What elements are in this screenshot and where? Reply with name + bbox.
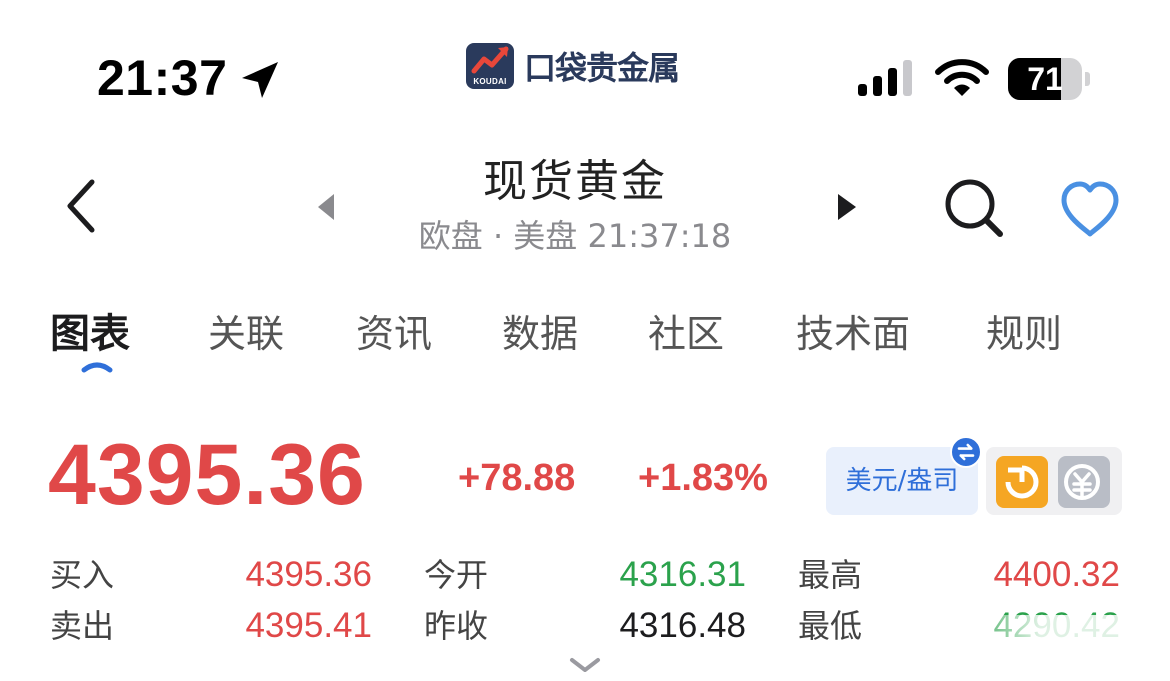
high-value: 4400.32	[993, 555, 1120, 594]
back-chevron-icon	[67, 179, 95, 233]
tab-news[interactable]: 资讯	[356, 305, 432, 363]
logo-badge-text: KOUDAI	[473, 77, 507, 86]
open-label: 今开	[424, 556, 489, 594]
tab-technical[interactable]: 技术面	[796, 305, 910, 363]
logo-chart-icon	[471, 46, 509, 74]
high-label: 最高	[798, 556, 863, 594]
battery-body: 71	[1008, 58, 1082, 100]
logo-mark: KOUDAI	[466, 43, 514, 89]
next-triangle-icon	[838, 194, 856, 220]
favorite-button[interactable]	[1058, 180, 1122, 240]
refresh-icon[interactable]	[996, 456, 1048, 508]
app-logo: KOUDAI 口袋贵金属	[466, 42, 680, 90]
tab-community[interactable]: 社区	[648, 305, 724, 363]
open-value: 4316.31	[619, 555, 746, 594]
next-instrument-button[interactable]	[832, 190, 862, 224]
low-label: 最低	[798, 607, 863, 645]
tab-data[interactable]: 数据	[502, 305, 578, 363]
prev-close-label: 昨收	[424, 607, 489, 645]
tab-chart[interactable]: 图表	[50, 305, 130, 363]
tab-rules[interactable]: 规则	[986, 305, 1062, 363]
battery-cap	[1085, 72, 1090, 86]
price-change-percent: +1.83%	[638, 457, 768, 499]
tab-bar: 图表 关联 资讯 数据 社区 技术面 规则	[0, 305, 1170, 375]
chevron-down-icon[interactable]	[568, 656, 602, 676]
search-icon	[945, 179, 1003, 237]
battery-level-text: 71	[1027, 61, 1063, 97]
cellular-signal-icon	[858, 60, 912, 96]
prev-close-value: 4316.48	[619, 606, 746, 645]
watermark-overlay	[960, 615, 1160, 675]
prev-triangle-icon	[318, 194, 334, 220]
logo-name: 口袋贵金属	[524, 49, 680, 87]
page-title: 现货黄金	[483, 156, 667, 207]
prev-instrument-button[interactable]	[312, 190, 342, 224]
location-arrow-icon	[242, 62, 278, 98]
active-tab-indicator	[81, 362, 113, 373]
sell-value: 4395.41	[245, 606, 372, 645]
tab-related[interactable]: 关联	[208, 305, 284, 363]
title-block: 现货黄金 欧盘 · 美盘 21:37:18	[380, 152, 770, 258]
wifi-icon	[935, 59, 989, 96]
search-button[interactable]	[942, 176, 1006, 240]
battery-indicator: 71	[1008, 58, 1090, 100]
calculator-icon[interactable]	[1058, 456, 1110, 508]
status-time: 21:37	[97, 50, 228, 106]
current-price: 4395.36	[48, 427, 366, 523]
sell-label: 卖出	[50, 607, 115, 645]
market-session-time: 欧盘 · 美盘 21:37:18	[418, 217, 732, 255]
back-button[interactable]	[60, 176, 104, 236]
heart-icon	[1061, 181, 1119, 237]
buy-value: 4395.36	[245, 555, 372, 594]
swap-icon	[950, 436, 982, 468]
price-change: +78.88	[458, 457, 576, 499]
buy-label: 买入	[50, 556, 115, 594]
